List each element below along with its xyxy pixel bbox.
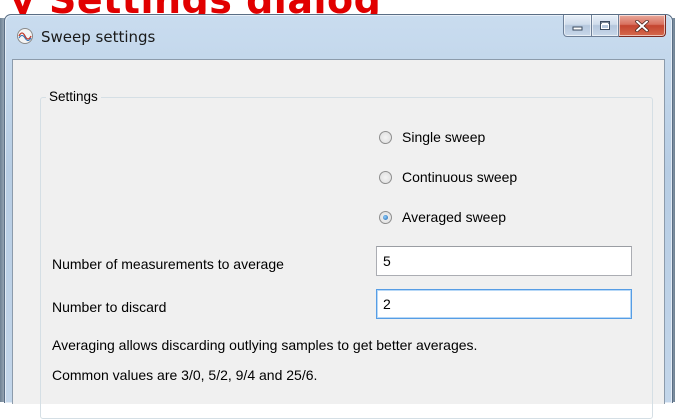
radio-indicator [379, 130, 392, 144]
averaged-sweep-radio[interactable]: Averaged sweep [379, 209, 506, 225]
close-button[interactable] [619, 15, 666, 37]
single-sweep-radio[interactable]: Single sweep [379, 129, 485, 145]
maximize-button[interactable] [592, 15, 619, 37]
radio-indicator-selected [379, 210, 392, 224]
continuous-sweep-label: Continuous sweep [402, 169, 518, 185]
dialog-client-area: Settings Single sweep Continuous sweep A… [12, 59, 665, 419]
common-values-note: Common values are 3/0, 5/2, 9/4 and 25/6… [52, 367, 318, 383]
radio-indicator [379, 170, 392, 184]
measurements-label: Number of measurements to average [52, 256, 284, 272]
single-sweep-label: Single sweep [402, 129, 486, 145]
measurements-input[interactable] [376, 246, 632, 276]
close-icon [635, 19, 649, 32]
maximize-icon [600, 21, 610, 30]
caption-buttons [563, 15, 666, 37]
title-bar[interactable]: Sweep settings [5, 15, 672, 59]
continuous-sweep-radio[interactable]: Continuous sweep [379, 169, 517, 185]
window-title: Sweep settings [41, 28, 156, 46]
minimize-button[interactable] [563, 15, 592, 37]
discard-label: Number to discard [52, 299, 167, 315]
averaging-note: Averaging allows discarding outlying sam… [52, 337, 478, 353]
sweep-app-icon[interactable] [16, 27, 34, 45]
settings-group-label: Settings [46, 89, 101, 104]
averaged-sweep-label: Averaged sweep [402, 209, 507, 225]
sweep-settings-window: Sweep settings Settings Single sweep Con… [4, 14, 673, 419]
discard-input[interactable] [376, 289, 632, 319]
minimize-icon [572, 26, 583, 30]
